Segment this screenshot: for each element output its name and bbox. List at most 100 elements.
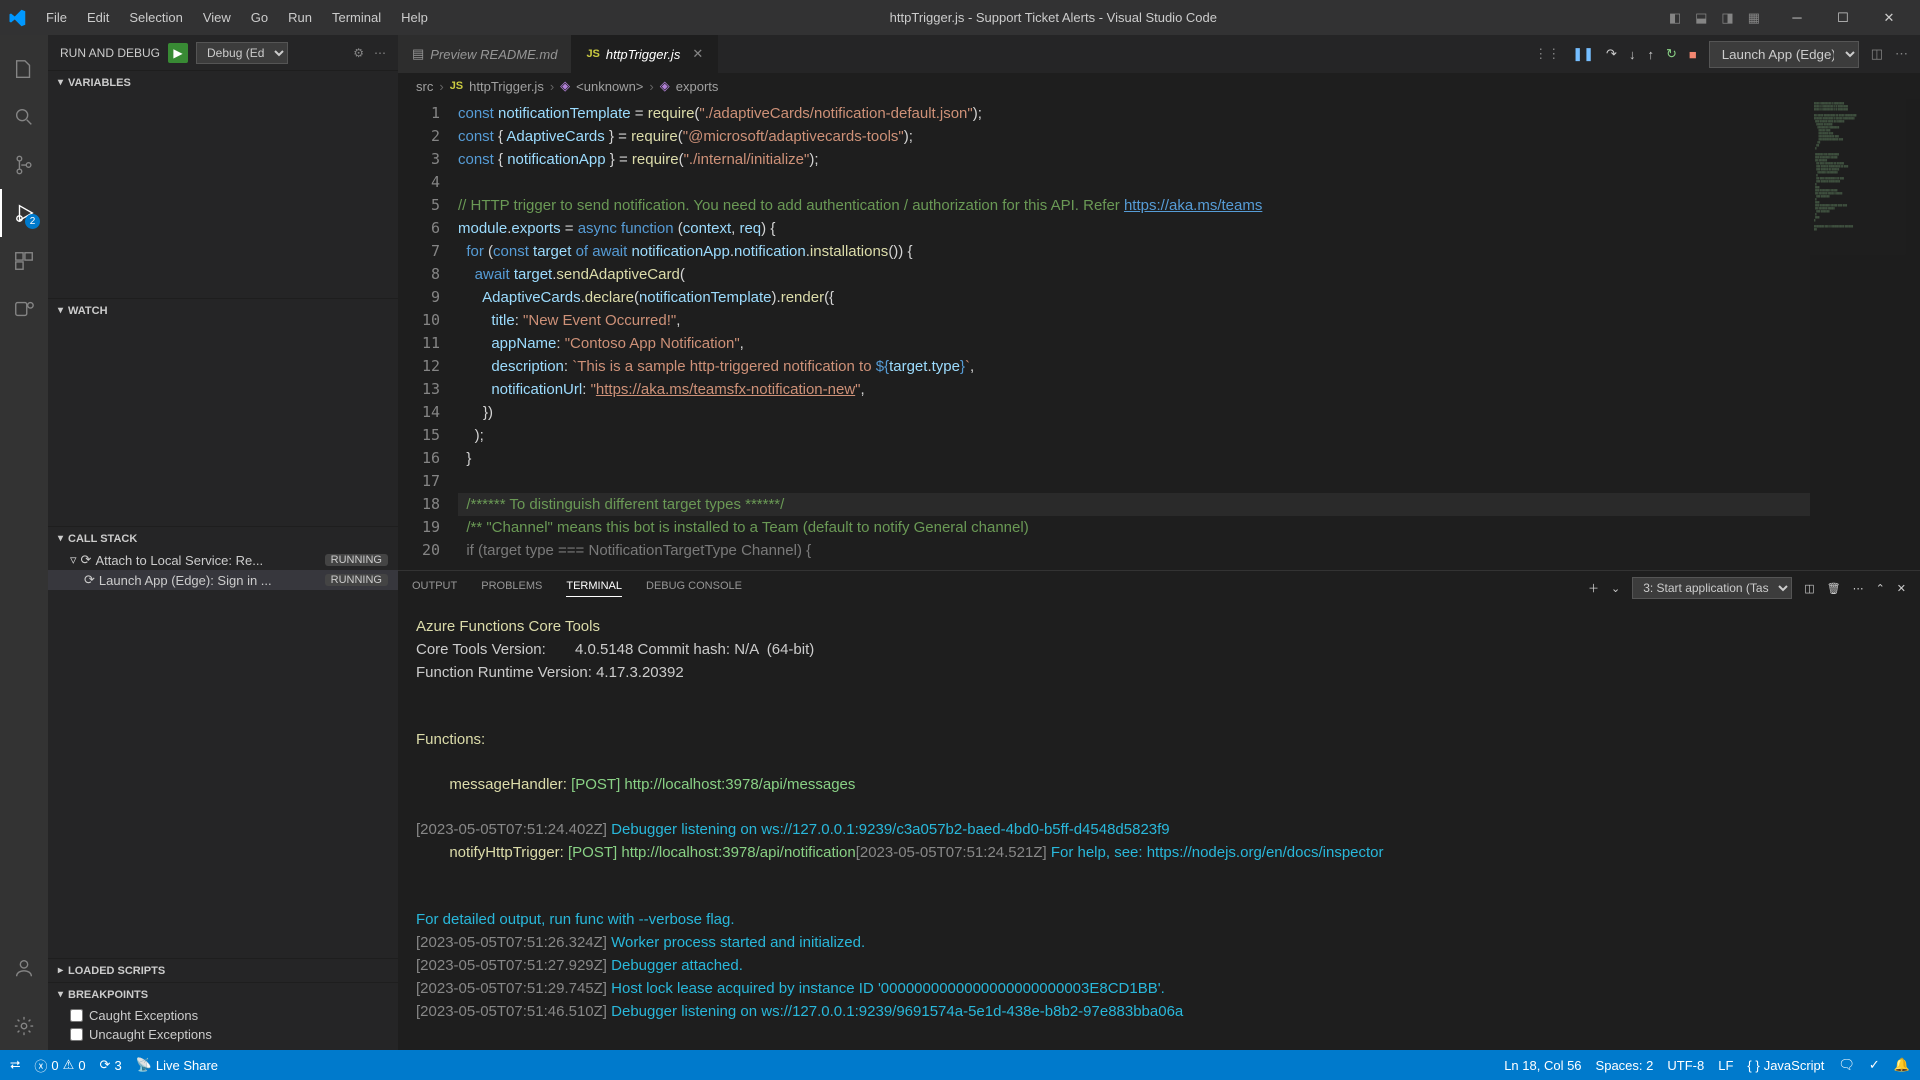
status-tweet-icon[interactable]: 🗨 xyxy=(1838,1057,1855,1073)
close-tab-icon[interactable]: ✕ xyxy=(692,46,703,62)
split-editor-icon[interactable]: ◫ xyxy=(1871,46,1883,62)
terminal-select[interactable]: 3: Start application (Tasl xyxy=(1632,577,1792,599)
menu-go[interactable]: Go xyxy=(241,4,278,31)
teams-toolkit-icon[interactable] xyxy=(0,285,48,333)
tab-httptrigger[interactable]: JShttpTrigger.js✕ xyxy=(572,35,718,73)
new-terminal-icon[interactable]: ＋ xyxy=(1588,580,1599,596)
minimize-icon[interactable]: ─ xyxy=(1774,0,1820,35)
remote-indicator[interactable]: ⮂ xyxy=(10,1057,20,1073)
more-editor-actions-icon[interactable]: ⋯ xyxy=(1895,46,1908,62)
accounts-icon[interactable] xyxy=(0,944,48,992)
customize-layout-icon[interactable]: ▦ xyxy=(1748,10,1760,26)
preview-icon: ▤ xyxy=(412,46,424,62)
run-debug-header: RUN AND DEBUG ▶ Debug (Ed ⚙ ⋯ xyxy=(48,35,398,70)
code-content[interactable]: const notificationTemplate = require("./… xyxy=(458,99,1810,570)
status-encoding[interactable]: UTF-8 xyxy=(1667,1058,1704,1073)
pause-icon[interactable]: ❚❚ xyxy=(1572,46,1594,62)
step-out-icon[interactable]: ↑ xyxy=(1647,47,1654,62)
open-launch-json-icon[interactable]: ⚙ xyxy=(353,46,364,60)
callstack-item[interactable]: ⟳Launch App (Edge): Sign in ...RUNNING xyxy=(48,570,398,590)
layout-controls: ◧ ⬓ ◨ ▦ xyxy=(1669,10,1760,26)
window-controls: ─ ☐ ✕ xyxy=(1774,0,1912,35)
menu-terminal[interactable]: Terminal xyxy=(322,4,391,31)
js-file-icon: JS xyxy=(586,48,599,60)
debug-session-select[interactable]: Launch App (Edge) xyxy=(1709,41,1859,68)
breadcrumb-symbol[interactable]: exports xyxy=(676,79,719,94)
source-control-icon[interactable] xyxy=(0,141,48,189)
status-liveshare[interactable]: 📡 Live Share xyxy=(136,1057,218,1073)
panel-tab-output[interactable]: OUTPUT xyxy=(412,580,457,596)
start-debug-button[interactable]: ▶ xyxy=(168,43,188,63)
debug-session-icon: ⟳ xyxy=(81,552,92,568)
callstack-item[interactable]: ▿⟳Attach to Local Service: Re...RUNNING xyxy=(48,550,398,570)
run-debug-icon[interactable]: 2 xyxy=(0,189,48,237)
breakpoint-item[interactable]: Uncaught Exceptions xyxy=(48,1025,398,1044)
breadcrumb-file[interactable]: httpTrigger.js xyxy=(469,79,544,94)
step-into-icon[interactable]: ↓ xyxy=(1629,47,1636,62)
breakpoint-checkbox[interactable] xyxy=(70,1009,83,1022)
search-icon[interactable] xyxy=(0,93,48,141)
panel-tabs: OUTPUT PROBLEMS TERMINAL DEBUG CONSOLE ＋… xyxy=(398,571,1920,605)
explorer-icon[interactable] xyxy=(0,45,48,93)
kill-terminal-icon[interactable]: 🗑 xyxy=(1827,582,1841,595)
tab-preview-readme[interactable]: ▤Preview README.md xyxy=(398,35,572,73)
variables-section-header[interactable]: ▾VARIABLES xyxy=(48,70,398,94)
status-ports[interactable]: ⟳ 3 xyxy=(100,1057,122,1073)
status-eol[interactable]: LF xyxy=(1718,1058,1733,1073)
status-bar: ⮂ ⓧ 0 ⚠ 0 ⟳ 3 📡 Live Share Ln 18, Col 56… xyxy=(0,1050,1920,1080)
breakpoint-checkbox[interactable] xyxy=(70,1028,83,1041)
debug-badge: 2 xyxy=(25,214,40,229)
menu-help[interactable]: Help xyxy=(391,4,438,31)
status-indentation[interactable]: Spaces: 2 xyxy=(1596,1058,1654,1073)
close-panel-icon[interactable]: ✕ xyxy=(1897,582,1906,595)
debug-config-select[interactable]: Debug (Ed xyxy=(196,42,288,64)
watch-section-header[interactable]: ▾WATCH xyxy=(48,298,398,322)
toggle-panel-icon[interactable]: ⬓ xyxy=(1695,10,1707,26)
panel-tab-problems[interactable]: PROBLEMS xyxy=(481,580,542,596)
extensions-icon[interactable] xyxy=(0,237,48,285)
maximize-panel-icon[interactable]: ⌃ xyxy=(1876,582,1885,595)
status-cursor-position[interactable]: Ln 18, Col 56 xyxy=(1504,1058,1581,1073)
line-numbers: 1234567891011121314151617181920 xyxy=(398,99,458,570)
vscode-logo-icon xyxy=(8,9,26,27)
panel-tab-debug-console[interactable]: DEBUG CONSOLE xyxy=(646,580,742,596)
panel-tab-terminal[interactable]: TERMINAL xyxy=(566,580,622,597)
drag-handle-icon[interactable]: ⋮⋮ xyxy=(1534,46,1560,62)
panel-more-icon[interactable]: ⋯ xyxy=(1853,582,1864,595)
menu-run[interactable]: Run xyxy=(278,4,322,31)
breakpoint-item[interactable]: Caught Exceptions xyxy=(48,1006,398,1025)
js-file-icon: JS xyxy=(450,80,463,92)
breadcrumb-symbol[interactable]: <unknown> xyxy=(576,79,643,94)
more-actions-icon[interactable]: ⋯ xyxy=(374,46,386,60)
window-title: httpTrigger.js - Support Ticket Alerts -… xyxy=(438,10,1669,25)
close-icon[interactable]: ✕ xyxy=(1866,0,1912,35)
settings-gear-icon[interactable] xyxy=(0,1002,48,1050)
code-editor[interactable]: 1234567891011121314151617181920 const no… xyxy=(398,99,1920,570)
status-notifications-icon[interactable]: 🔔 xyxy=(1894,1057,1910,1073)
callstack-section-header[interactable]: ▾CALL STACK xyxy=(48,526,398,550)
status-prettier-icon[interactable]: ✓ xyxy=(1869,1057,1880,1073)
menu-file[interactable]: File xyxy=(36,4,77,31)
activity-bar: 2 xyxy=(0,35,48,1050)
minimap[interactable]: ████ ████████ █ ███████████ █ ████████ █… xyxy=(1810,99,1920,570)
step-over-icon[interactable]: ↷ xyxy=(1606,46,1617,62)
menu-edit[interactable]: Edit xyxy=(77,4,119,31)
menu-selection[interactable]: Selection xyxy=(119,4,192,31)
loaded-scripts-section-header[interactable]: ▸LOADED SCRIPTS xyxy=(48,958,398,982)
stop-icon[interactable]: ■ xyxy=(1689,47,1697,62)
status-errors[interactable]: ⓧ 0 ⚠ 0 xyxy=(34,1056,85,1075)
chevron-down-icon: ▾ xyxy=(58,533,63,544)
breakpoints-section-header[interactable]: ▾BREAKPOINTS xyxy=(48,982,398,1006)
maximize-icon[interactable]: ☐ xyxy=(1820,0,1866,35)
terminal-dropdown-icon[interactable]: ⌄ xyxy=(1611,582,1620,595)
status-language[interactable]: { } JavaScript xyxy=(1747,1058,1824,1073)
breadcrumb[interactable]: src› JShttpTrigger.js› ◈<unknown>› ◈expo… xyxy=(398,73,1920,99)
split-terminal-icon[interactable]: ◫ xyxy=(1804,582,1814,595)
terminal-content[interactable]: Azure Functions Core Tools Core Tools Ve… xyxy=(398,605,1920,1050)
menu-bar: File Edit Selection View Go Run Terminal… xyxy=(36,4,438,31)
toggle-primary-sidebar-icon[interactable]: ◧ xyxy=(1669,10,1681,26)
toggle-secondary-sidebar-icon[interactable]: ◨ xyxy=(1721,10,1733,26)
breadcrumb-folder[interactable]: src xyxy=(416,79,433,94)
restart-icon[interactable]: ↻ xyxy=(1666,46,1677,62)
menu-view[interactable]: View xyxy=(193,4,241,31)
